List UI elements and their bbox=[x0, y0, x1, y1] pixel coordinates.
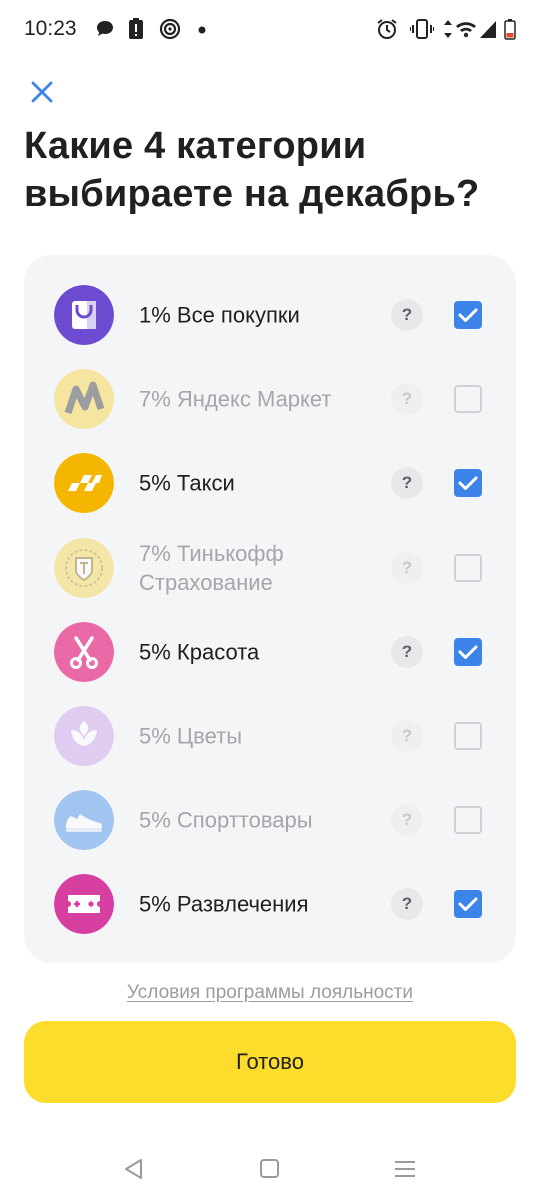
battery-icon bbox=[504, 19, 516, 40]
tinkoff-insurance-icon bbox=[54, 538, 114, 598]
close-icon bbox=[31, 81, 53, 103]
close-button[interactable] bbox=[26, 76, 58, 108]
category-label: 5% Цветы bbox=[139, 723, 243, 749]
category-checkbox[interactable] bbox=[454, 385, 482, 413]
ticket-icon bbox=[54, 874, 114, 934]
message-icon bbox=[97, 21, 113, 36]
help-button[interactable]: ? bbox=[391, 552, 423, 584]
wifi-icon bbox=[456, 22, 476, 38]
back-icon bbox=[125, 1159, 142, 1179]
category-checkbox[interactable] bbox=[454, 554, 482, 582]
category-row[interactable]: 5% Спорттовары ? bbox=[24, 778, 516, 862]
yandex-market-icon bbox=[54, 369, 114, 429]
category-label: 7% Яндекс Маркет bbox=[139, 386, 332, 412]
system-nav-bar bbox=[0, 1140, 540, 1200]
category-checkbox[interactable] bbox=[454, 469, 482, 497]
checkmark-icon bbox=[458, 897, 478, 911]
help-button[interactable]: ? bbox=[391, 636, 423, 668]
category-label: 5% Спорттовары bbox=[139, 807, 313, 833]
recents-button[interactable] bbox=[390, 1154, 420, 1184]
category-checkbox[interactable] bbox=[454, 301, 482, 329]
done-button[interactable]: Готово bbox=[24, 1021, 516, 1103]
category-label: 1% Все покупки bbox=[139, 302, 300, 328]
status-time: 10:23 bbox=[24, 17, 77, 40]
help-button[interactable]: ? bbox=[391, 888, 423, 920]
menu-icon bbox=[395, 1161, 415, 1177]
loyalty-terms-link[interactable]: Условия программы лояльности bbox=[0, 982, 540, 1004]
category-row[interactable]: 5% Цветы ? bbox=[24, 694, 516, 778]
category-checkbox[interactable] bbox=[454, 890, 482, 918]
checkmark-icon bbox=[458, 308, 478, 322]
category-row[interactable]: 7% Тинькофф Страхование ? bbox=[24, 525, 516, 611]
category-row[interactable]: 1% Все покупки ? bbox=[24, 273, 516, 357]
shopping-bag-icon bbox=[54, 285, 114, 345]
sneaker-icon bbox=[54, 790, 114, 850]
category-row[interactable]: 5% Такси ? bbox=[24, 441, 516, 525]
back-button[interactable] bbox=[119, 1154, 149, 1184]
category-checkbox[interactable] bbox=[454, 806, 482, 834]
taxi-icon bbox=[54, 453, 114, 513]
battery-alert-icon bbox=[129, 18, 143, 39]
checkmark-icon bbox=[458, 645, 478, 659]
categories-card: 1% Все покупки ? 7% Яндекс Маркет ? 5% Т… bbox=[24, 255, 516, 963]
alarm-icon bbox=[377, 19, 397, 39]
home-icon bbox=[260, 1159, 279, 1178]
help-button[interactable]: ? bbox=[391, 804, 423, 836]
category-label: 7% Тинькофф Страхование bbox=[139, 541, 284, 595]
category-row[interactable]: 7% Яндекс Маркет ? bbox=[24, 357, 516, 441]
help-button[interactable]: ? bbox=[391, 299, 423, 331]
help-button[interactable]: ? bbox=[391, 383, 423, 415]
signal-icon bbox=[480, 21, 496, 38]
category-label: 5% Развлечения bbox=[139, 891, 309, 917]
sync-icon bbox=[159, 18, 181, 40]
category-label: 5% Красота bbox=[139, 639, 260, 665]
page-title: Какие 4 категории выбираете на декабрь? bbox=[24, 125, 480, 215]
category-checkbox[interactable] bbox=[454, 722, 482, 750]
help-button[interactable]: ? bbox=[391, 720, 423, 752]
home-button[interactable] bbox=[255, 1154, 285, 1184]
status-bar: 10:23 bbox=[0, 0, 540, 62]
category-row[interactable]: 5% Красота ? bbox=[24, 610, 516, 694]
category-label: 5% Такси bbox=[139, 470, 235, 496]
vibrate-icon bbox=[410, 19, 434, 39]
scissors-icon bbox=[54, 622, 114, 682]
dot-icon bbox=[198, 26, 206, 34]
help-button[interactable]: ? bbox=[391, 467, 423, 499]
flower-icon bbox=[54, 706, 114, 766]
category-row[interactable]: 5% Развлечения ? bbox=[24, 862, 516, 946]
checkmark-icon bbox=[458, 476, 478, 490]
data-arrows-icon bbox=[444, 20, 452, 38]
category-checkbox[interactable] bbox=[454, 638, 482, 666]
